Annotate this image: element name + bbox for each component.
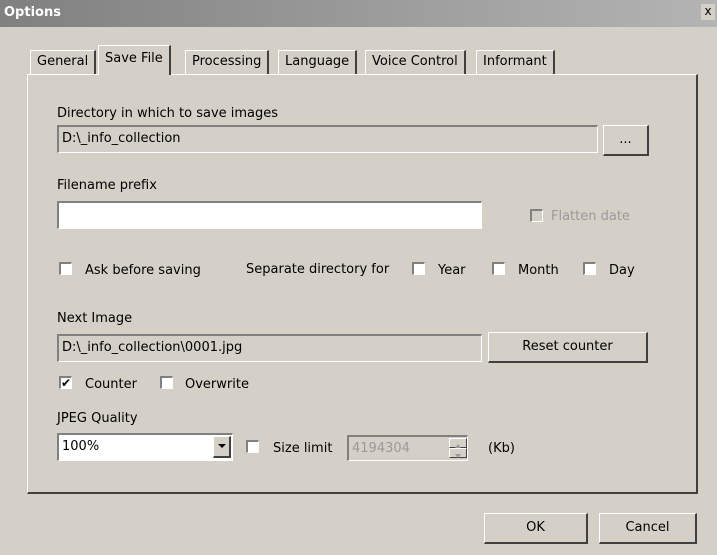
title-bar: Options x — [0, 0, 717, 27]
filename-prefix-input[interactable] — [57, 201, 482, 229]
tab-informant[interactable]: Informant — [476, 50, 555, 74]
month-label: Month — [518, 263, 559, 278]
year-label: Year — [438, 263, 466, 278]
close-icon[interactable]: x — [701, 4, 715, 20]
chevron-down-icon[interactable] — [213, 436, 231, 458]
tab-general[interactable]: General — [30, 50, 97, 74]
ok-button[interactable]: OK — [484, 513, 588, 544]
tab-language[interactable]: Language — [278, 50, 358, 74]
size-limit-input[interactable]: 4194304 — [347, 435, 468, 461]
directory-label: Directory in which to save images — [57, 106, 279, 121]
directory-field[interactable]: D:\_info_collection — [57, 125, 598, 153]
jpeg-quality-value: 100% — [62, 439, 100, 454]
tab-save-file[interactable]: Save File — [98, 45, 171, 75]
month-checkbox[interactable] — [492, 262, 505, 275]
spin-up-icon[interactable] — [449, 438, 467, 448]
ask-before-saving-label: Ask before saving — [85, 263, 201, 278]
tab-processing[interactable]: Processing — [185, 50, 270, 74]
overwrite-label: Overwrite — [185, 377, 249, 392]
counter-checkbox[interactable]: ✔ — [59, 376, 72, 389]
ask-before-saving-checkbox[interactable] — [59, 262, 72, 275]
size-limit-checkbox[interactable] — [246, 440, 259, 453]
jpeg-quality-select[interactable]: 100% — [57, 433, 233, 461]
spin-down-icon[interactable] — [449, 448, 467, 458]
size-unit-label: (Kb) — [488, 441, 515, 456]
overwrite-checkbox[interactable] — [160, 376, 173, 389]
jpeg-quality-label: JPEG Quality — [57, 411, 138, 426]
flatten-date-label: Flatten date — [551, 209, 630, 224]
day-label: Day — [609, 263, 635, 278]
filename-prefix-label: Filename prefix — [57, 178, 157, 193]
save-file-panel: Directory in which to save images D:\_in… — [27, 74, 698, 494]
cancel-button[interactable]: Cancel — [599, 513, 697, 544]
size-limit-label: Size limit — [273, 441, 333, 456]
next-image-label: Next Image — [57, 311, 133, 326]
reset-counter-button[interactable]: Reset counter — [488, 332, 648, 363]
browse-button[interactable]: ... — [603, 125, 649, 156]
tab-voice-control[interactable]: Voice Control — [365, 50, 466, 74]
separate-directory-label: Separate directory for — [246, 262, 390, 277]
year-checkbox[interactable] — [412, 262, 425, 275]
flatten-date-checkbox[interactable] — [530, 209, 543, 222]
day-checkbox[interactable] — [583, 262, 596, 275]
size-limit-value: 4194304 — [352, 441, 410, 456]
next-image-field[interactable]: D:\_info_collection\0001.jpg — [57, 334, 482, 362]
window-title: Options — [4, 5, 61, 20]
counter-label: Counter — [85, 377, 137, 392]
